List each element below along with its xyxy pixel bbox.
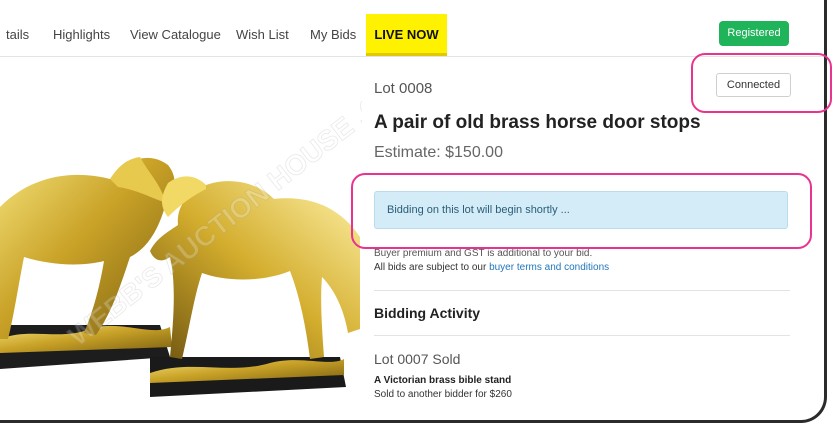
nav-item-view-catalogue[interactable]: View Catalogue <box>130 14 221 56</box>
nav-item-details[interactable]: tails <box>6 14 29 56</box>
buyer-terms-link[interactable]: buyer terms and conditions <box>489 262 609 273</box>
nav-item-my-bids[interactable]: My Bids <box>310 14 356 56</box>
bidding-notice: Bidding on this lot will begin shortly .… <box>374 191 788 229</box>
connection-status-badge: Connected <box>716 73 791 97</box>
nav-item-highlights[interactable]: Highlights <box>53 14 110 56</box>
top-nav: tails Highlights View Catalogue Wish Lis… <box>0 14 824 57</box>
activity-entry-detail: Sold to another bidder for $260 <box>374 389 512 400</box>
bidding-activity-heading: Bidding Activity <box>374 305 481 321</box>
lot-image: WEBB'S AUCTION HOUSE .CO.NZ <box>0 57 362 420</box>
registered-button[interactable]: Registered <box>719 21 789 46</box>
activity-entry-title: Lot 0007 Sold <box>374 351 461 367</box>
lot-title: A pair of old brass horse door stops <box>374 112 701 133</box>
brass-horses-image: WEBB'S AUCTION HOUSE .CO.NZ <box>0 57 362 420</box>
terms-prefix: All bids are subject to our <box>374 262 487 273</box>
lot-estimate: Estimate: $150.00 <box>374 144 503 161</box>
nav-item-wish-list[interactable]: Wish List <box>236 14 289 56</box>
terms-line: All bids are subject to our buyer terms … <box>374 262 609 273</box>
activity-entry-lot-name: A Victorian brass bible stand <box>374 375 512 386</box>
app-window: tails Highlights View Catalogue Wish Lis… <box>0 0 827 423</box>
divider <box>374 335 790 336</box>
lot-number: Lot 0008 <box>374 80 433 97</box>
tab-live-now[interactable]: LIVE NOW <box>366 14 447 56</box>
premium-note: Buyer premium and GST is additional to y… <box>374 248 593 259</box>
divider <box>374 290 790 291</box>
